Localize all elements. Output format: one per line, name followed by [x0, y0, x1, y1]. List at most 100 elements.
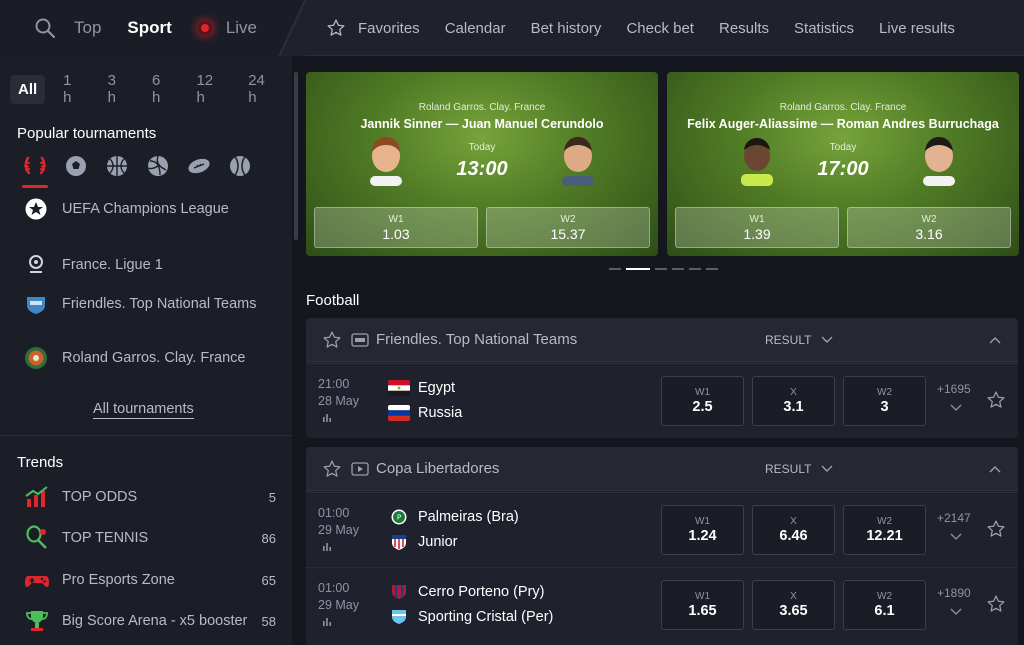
tournament-header[interactable]: Copa Libertadores RESULT [306, 447, 1018, 491]
basketball-icon[interactable] [104, 153, 130, 179]
odd-w2-button[interactable]: W2 6.1 [843, 580, 926, 630]
odd-label: W1 [388, 214, 404, 225]
time-filter-6h[interactable]: 6 h [144, 72, 178, 106]
star-icon[interactable] [986, 390, 1006, 410]
match-time: 01:00 29 May [318, 505, 359, 539]
more-markets-count[interactable]: +1695 [937, 382, 971, 396]
carousel-dot[interactable] [689, 268, 701, 270]
sidebar-item-national-teams[interactable]: Friendles. Top National Teams [24, 292, 274, 316]
tab-live[interactable]: Live [226, 18, 257, 38]
nav-results[interactable]: Results [719, 20, 769, 37]
more-markets-count[interactable]: +1890 [937, 586, 971, 600]
sidebar-divider [0, 435, 292, 436]
favorites-star-icon[interactable] [326, 18, 346, 38]
featured-match-card[interactable]: Roland Garros. Clay. France Felix Auger-… [667, 72, 1019, 256]
odd-x-button[interactable]: X 3.1 [752, 376, 835, 426]
laurel-icon[interactable] [22, 153, 48, 188]
odd-x-button[interactable]: X 6.46 [752, 505, 835, 555]
result-dropdown-label[interactable]: RESULT [765, 333, 811, 347]
svg-text:P: P [397, 514, 401, 522]
trend-pro-esports[interactable]: Pro Esports Zone 65 [24, 567, 276, 593]
odd-label: X [790, 516, 797, 527]
odd-w1-button[interactable]: W1 1.03 [314, 207, 478, 248]
nav-calendar[interactable]: Calendar [445, 20, 506, 37]
carousel-dot[interactable] [672, 268, 684, 270]
match-row[interactable]: 21:00 28 May Egypt Russia W1 2.5 X 3.1 W2 3 … [306, 363, 1018, 437]
match-row[interactable]: 01:00 29 May Cerro Porteno (Pry) Sporting… [306, 567, 1018, 641]
match-hour: 01:00 [318, 506, 350, 520]
trend-label: TOP ODDS [62, 488, 138, 505]
odd-w1-button[interactable]: W1 1.24 [661, 505, 744, 555]
tab-sport[interactable]: Sport [127, 18, 171, 38]
nav-statistics[interactable]: Statistics [794, 20, 854, 37]
carousel-dot[interactable] [655, 268, 667, 270]
odd-w2-button[interactable]: W2 12.21 [843, 505, 926, 555]
time-filter-12h[interactable]: 12 h [188, 72, 230, 106]
statistics-icon[interactable] [322, 541, 332, 551]
champions-league-icon [25, 198, 47, 220]
carousel-dot[interactable] [706, 268, 718, 270]
odd-w1-button[interactable]: W1 1.39 [675, 207, 839, 248]
football-icon[interactable] [63, 153, 89, 179]
rugby-icon[interactable] [186, 153, 212, 179]
time-filter-all[interactable]: All [10, 74, 46, 104]
tournament-label: UEFA Champions League [62, 200, 229, 217]
team-name: Sporting Cristal (Per) [418, 609, 554, 625]
odd-w2-button[interactable]: W2 3 [843, 376, 926, 426]
statistics-icon[interactable] [322, 412, 332, 422]
time-filter-24h[interactable]: 24 h [240, 72, 282, 106]
more-markets-count[interactable]: +2147 [937, 511, 971, 525]
star-icon[interactable] [986, 519, 1006, 539]
match-hour: 21:00 [318, 377, 350, 391]
trend-top-tennis[interactable]: TOP TENNIS 86 [24, 525, 276, 551]
nav-live-results[interactable]: Live results [879, 20, 955, 37]
carousel-dot[interactable] [609, 268, 621, 270]
odd-w2-button[interactable]: W2 15.37 [486, 207, 650, 248]
chevron-down-icon[interactable] [821, 335, 833, 345]
chevron-up-icon[interactable] [989, 464, 1001, 474]
tennis-icon[interactable] [227, 153, 253, 179]
star-icon[interactable] [986, 594, 1006, 614]
trend-top-odds[interactable]: TOP ODDS 5 [24, 484, 276, 510]
odd-x-button[interactable]: X 3.65 [752, 580, 835, 630]
team-2: Junior [388, 534, 458, 550]
odd-w2-button[interactable]: W2 3.16 [847, 207, 1011, 248]
tournament-name: Friendles. Top National Teams [376, 331, 578, 348]
featured-match-card[interactable]: Roland Garros. Clay. France Jannik Sinne… [306, 72, 658, 256]
result-dropdown-label[interactable]: RESULT [765, 462, 811, 476]
odd-w1-button[interactable]: W1 1.65 [661, 580, 744, 630]
featured-time: 13:00 [456, 158, 508, 180]
sidebar-item-champions-league[interactable]: UEFA Champions League [24, 197, 274, 221]
all-tournaments-link[interactable]: All tournaments [93, 401, 194, 419]
match-date: 29 May [318, 523, 359, 537]
match-date: 28 May [318, 394, 359, 408]
egypt-flag-icon [388, 380, 410, 396]
carousel-dot-active[interactable] [626, 268, 650, 270]
statistics-icon[interactable] [322, 616, 332, 626]
match-row[interactable]: 01:00 29 May P Palmeiras (Bra) Junior W1 1… [306, 492, 1018, 566]
nav-favorites[interactable]: Favorites [358, 20, 420, 37]
search-icon[interactable] [34, 17, 56, 39]
chevron-down-icon[interactable] [950, 533, 962, 541]
chevron-down-icon[interactable] [821, 464, 833, 474]
tournament-header[interactable]: Friendles. Top National Teams RESULT [306, 318, 1018, 362]
team-1: Cerro Porteno (Pry) [388, 584, 545, 600]
star-icon[interactable] [322, 330, 342, 350]
odd-w1-button[interactable]: W1 2.5 [661, 376, 744, 426]
star-icon[interactable] [322, 459, 342, 479]
trend-big-score-arena[interactable]: Big Score Arena - x5 booster 58 [24, 608, 276, 634]
odd-label: W2 [877, 387, 892, 398]
time-filter-1h[interactable]: 1 h [55, 72, 89, 106]
chevron-up-icon[interactable] [989, 335, 1001, 345]
sidebar-scrollbar[interactable] [294, 72, 298, 240]
chevron-down-icon[interactable] [950, 608, 962, 616]
time-filter-3h[interactable]: 3 h [100, 72, 134, 106]
nav-bet-history[interactable]: Bet history [531, 20, 602, 37]
sidebar-item-roland-garros[interactable]: Roland Garros. Clay. France [24, 346, 274, 370]
volleyball-icon[interactable] [145, 153, 171, 179]
tab-top[interactable]: Top [74, 18, 101, 38]
chevron-down-icon[interactable] [950, 404, 962, 412]
sidebar-item-ligue1[interactable]: France. Ligue 1 [24, 253, 274, 277]
nav-check-bet[interactable]: Check bet [626, 20, 694, 37]
video-play-icon [351, 462, 369, 476]
